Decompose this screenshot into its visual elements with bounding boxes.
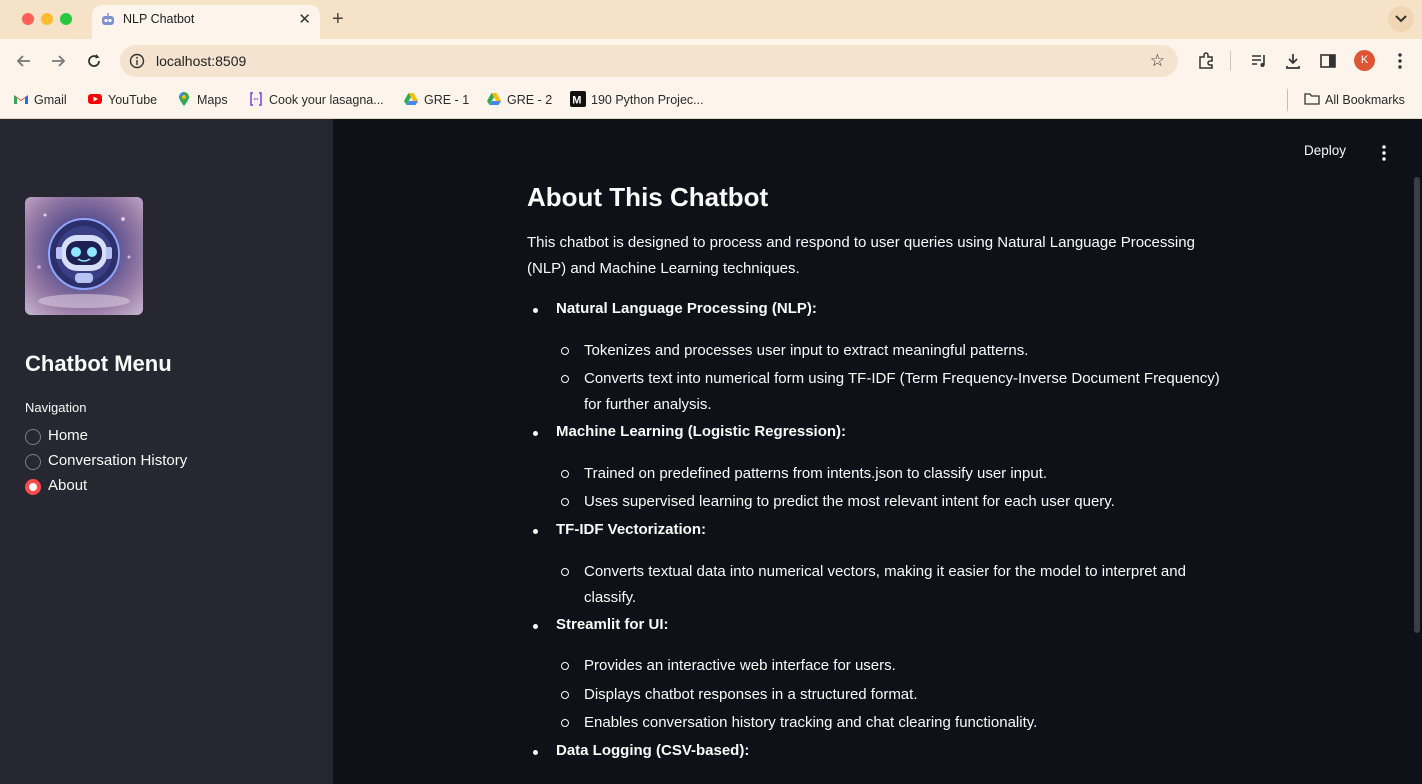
page-title: About This Chatbot [527,182,769,212]
forward-arrow-icon[interactable] [48,51,68,71]
bookmark-maps[interactable]: Maps [176,91,228,107]
reload-icon[interactable] [84,51,104,71]
radio-button-unselected[interactable] [25,454,41,470]
list-item: Trained on predefined patterns from inte… [561,461,1224,487]
minimize-window-button[interactable] [41,13,53,25]
list-item: Provides an interactive web interface fo… [561,653,1224,679]
folder-icon [1304,93,1320,105]
list-item: Converts text into numerical form using … [561,366,1224,417]
drive-icon [404,93,418,105]
close-window-button[interactable] [22,13,34,25]
browser-window: NLP Chatbot ✕ + localhost:8509 ☆ K Gmail [0,0,1422,784]
maps-icon [179,92,189,106]
navigation-label: Navigation [25,400,87,415]
bookmark-gre-2[interactable]: GRE - 2 [486,91,552,107]
radio-button-selected[interactable] [25,479,41,495]
tab-close-icon[interactable]: ✕ [298,10,311,28]
main-scrollbar[interactable] [1414,177,1420,633]
bookmarks-bar: Gmail YouTube Maps Cook your lasagna... … [0,83,1422,119]
robot-favicon-icon [102,13,114,25]
svg-text:M: M [572,95,581,107]
bookmark-star-icon[interactable]: ☆ [1150,51,1165,71]
site-info-icon[interactable] [129,53,145,69]
list-item: Enables conversation history tracking an… [561,710,1224,736]
section-title: Natural Language Processing (NLP): [533,300,817,317]
chatbot-logo-image [25,197,143,315]
bookmark-youtube[interactable]: YouTube [87,91,157,107]
address-bar[interactable]: localhost:8509 ☆ [120,45,1178,77]
section-title: Streamlit for UI: [533,616,669,633]
side-panel-icon[interactable] [1318,51,1338,71]
code-bracket-icon [250,92,262,106]
youtube-icon [88,94,102,104]
list-item: Displays chatbot responses in a structur… [561,682,1224,708]
bookmark-cook-lasagna[interactable]: Cook your lasagna... [248,91,384,107]
bookmark-gmail[interactable]: Gmail [13,91,67,107]
app-menu-icon[interactable] [1377,144,1391,162]
bookmarks-separator [1287,89,1288,111]
intro-paragraph: This chatbot is designed to process and … [527,234,1195,277]
list-item: Uses supervised learning to predict the … [561,489,1224,515]
media-controls-icon[interactable] [1249,51,1269,71]
download-icon[interactable] [1283,51,1303,71]
back-arrow-icon[interactable] [14,51,34,71]
section-title: TF-IDF Vectorization: [533,521,706,538]
section-title: Data Logging (CSV-based): [532,742,750,759]
drive-icon [487,93,501,105]
sidebar-title: Chatbot Menu [25,351,172,376]
list-item: Tokenizes and processes user input to ex… [561,338,1224,364]
sidebar: Chatbot Menu Navigation Home Conversatio… [0,119,333,784]
url-text: localhost:8509 [156,53,247,69]
medium-icon: M [570,91,586,107]
streamlit-app: Chatbot Menu Navigation Home Conversatio… [0,119,1422,784]
new-tab-button[interactable]: + [332,7,344,31]
extensions-icon[interactable] [1196,51,1216,71]
section-title: Machine Learning (Logistic Regression): [532,423,847,440]
radio-button-unselected[interactable] [25,429,41,445]
radio-home-label: Home [48,427,89,444]
bookmark-gre-1[interactable]: GRE - 1 [403,91,469,107]
bookmark-python-projects[interactable]: M 190 Python Projec... [570,91,704,107]
robot-icon [37,213,131,308]
browser-tab[interactable]: NLP Chatbot ✕ [92,5,320,39]
radio-conversation-history-label: Conversation History [48,452,188,469]
browser-toolbar: localhost:8509 ☆ K [0,39,1422,83]
radio-about-label: About [48,477,88,494]
tab-title: NLP Chatbot [123,12,195,26]
tab-strip: NLP Chatbot ✕ + [0,0,1422,39]
all-bookmarks-button[interactable]: All Bookmarks [1304,91,1405,107]
gmail-icon [14,95,28,104]
chevron-down-icon [1395,15,1407,23]
toolbar-separator [1230,51,1231,71]
maximize-window-button[interactable] [60,13,72,25]
profile-avatar[interactable]: K [1354,50,1375,71]
list-item: Converts textual data into numerical vec… [561,559,1224,610]
deploy-button[interactable]: Deploy [1304,143,1346,158]
tab-search-button[interactable] [1388,6,1414,32]
browser-menu-icon[interactable] [1390,51,1410,71]
